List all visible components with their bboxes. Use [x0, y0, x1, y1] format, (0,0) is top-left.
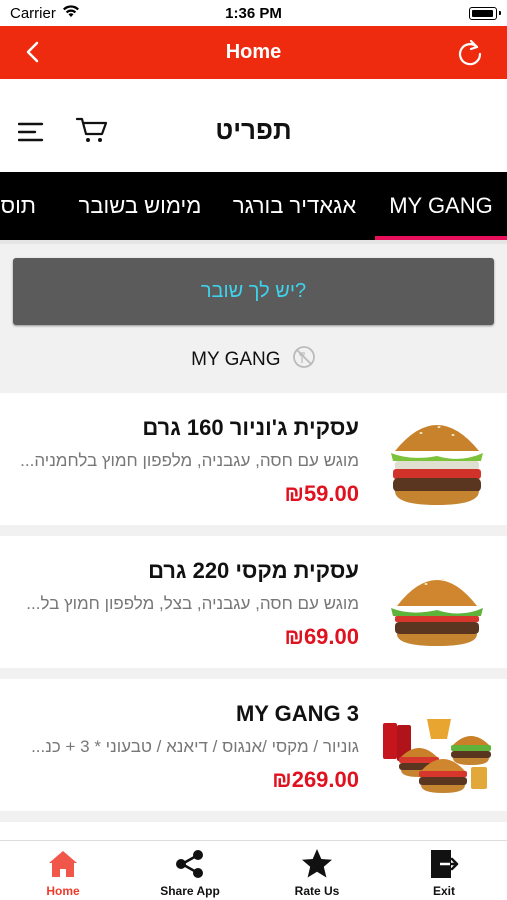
tab-rate-us[interactable]: Rate Us: [254, 841, 380, 900]
burger-image: [381, 401, 493, 513]
menu-title: תפריט: [215, 115, 292, 145]
tab-exit[interactable]: Exit: [381, 841, 507, 900]
menu-item-card[interactable]: [0, 822, 507, 840]
item-name: עסקית מקסי 220 גרם: [148, 558, 359, 583]
category-tabs: MY GANG אגאדיר בורגר מימוש בשובר תוס: [0, 172, 507, 240]
burger-image: [381, 544, 493, 656]
item-description: גוניור / מקסי /אנגוס / דיאנא / טבעוני * …: [31, 737, 359, 756]
section-title-label: MY GANG: [191, 349, 281, 371]
tab-home[interactable]: Home: [0, 841, 126, 900]
item-description: מוגש עם חסה, עגבניה, בצל, מלפפון חמוץ בל…: [26, 594, 359, 613]
menu-item-card[interactable]: עסקית ג'וניור 160 גרם מוגש עם חסה, עגבני…: [0, 393, 507, 525]
tab-share-app-label: Share App: [160, 884, 220, 898]
tab-home-label: Home: [46, 884, 80, 898]
tab-my-gang[interactable]: MY GANG: [375, 172, 507, 240]
item-price: ₪269.00: [272, 767, 359, 792]
combo-meal-image: [381, 687, 493, 799]
tab-rate-us-label: Rate Us: [294, 884, 340, 898]
exit-icon: [428, 848, 460, 880]
item-price: ₪59.00: [284, 481, 360, 506]
battery-icon: [469, 7, 501, 20]
item-price: ₪69.00: [284, 624, 360, 649]
tab-exit-label: Exit: [432, 884, 455, 898]
tab-share-app[interactable]: Share App: [127, 841, 253, 900]
star-icon: [301, 848, 333, 880]
tab-partial-label: תוס: [0, 193, 36, 218]
tab-voucher-redeem[interactable]: מימוש בשובר: [70, 172, 210, 240]
section-title: MY GANG: [0, 345, 507, 375]
tab-agadir-burger[interactable]: אגאדיר בורגר: [222, 172, 367, 240]
refresh-icon[interactable]: [455, 38, 485, 68]
share-icon: [174, 848, 206, 880]
status-time: 1:36 PM: [225, 5, 282, 22]
nav-bar: Home: [0, 26, 507, 79]
item-name: עסקית ג'וניור 160 גרם: [142, 415, 359, 440]
no-food-icon: [292, 345, 316, 375]
coupon-button[interactable]: יש לך שובר?: [13, 258, 494, 325]
menu-item-card[interactable]: MY GANG 3 גוניור / מקסי /אנגוס / דיאנא /…: [0, 679, 507, 811]
menu-item-card[interactable]: עסקית מקסי 220 גרם מוגש עם חסה, עגבניה, …: [0, 536, 507, 668]
item-description: מוגש עם חסה, עגבניה, מלפפון חמוץ בלחמניה…: [20, 451, 359, 470]
tab-partial[interactable]: תוס: [0, 172, 40, 240]
menu-header: תפריט: [0, 79, 507, 172]
status-bar: Carrier 1:36 PM: [0, 0, 507, 26]
home-icon: [47, 848, 79, 880]
item-name: MY GANG 3: [235, 701, 359, 726]
page-title: Home: [225, 41, 282, 63]
bottom-tab-bar: Home Share App Rate Us Exit: [0, 840, 507, 900]
